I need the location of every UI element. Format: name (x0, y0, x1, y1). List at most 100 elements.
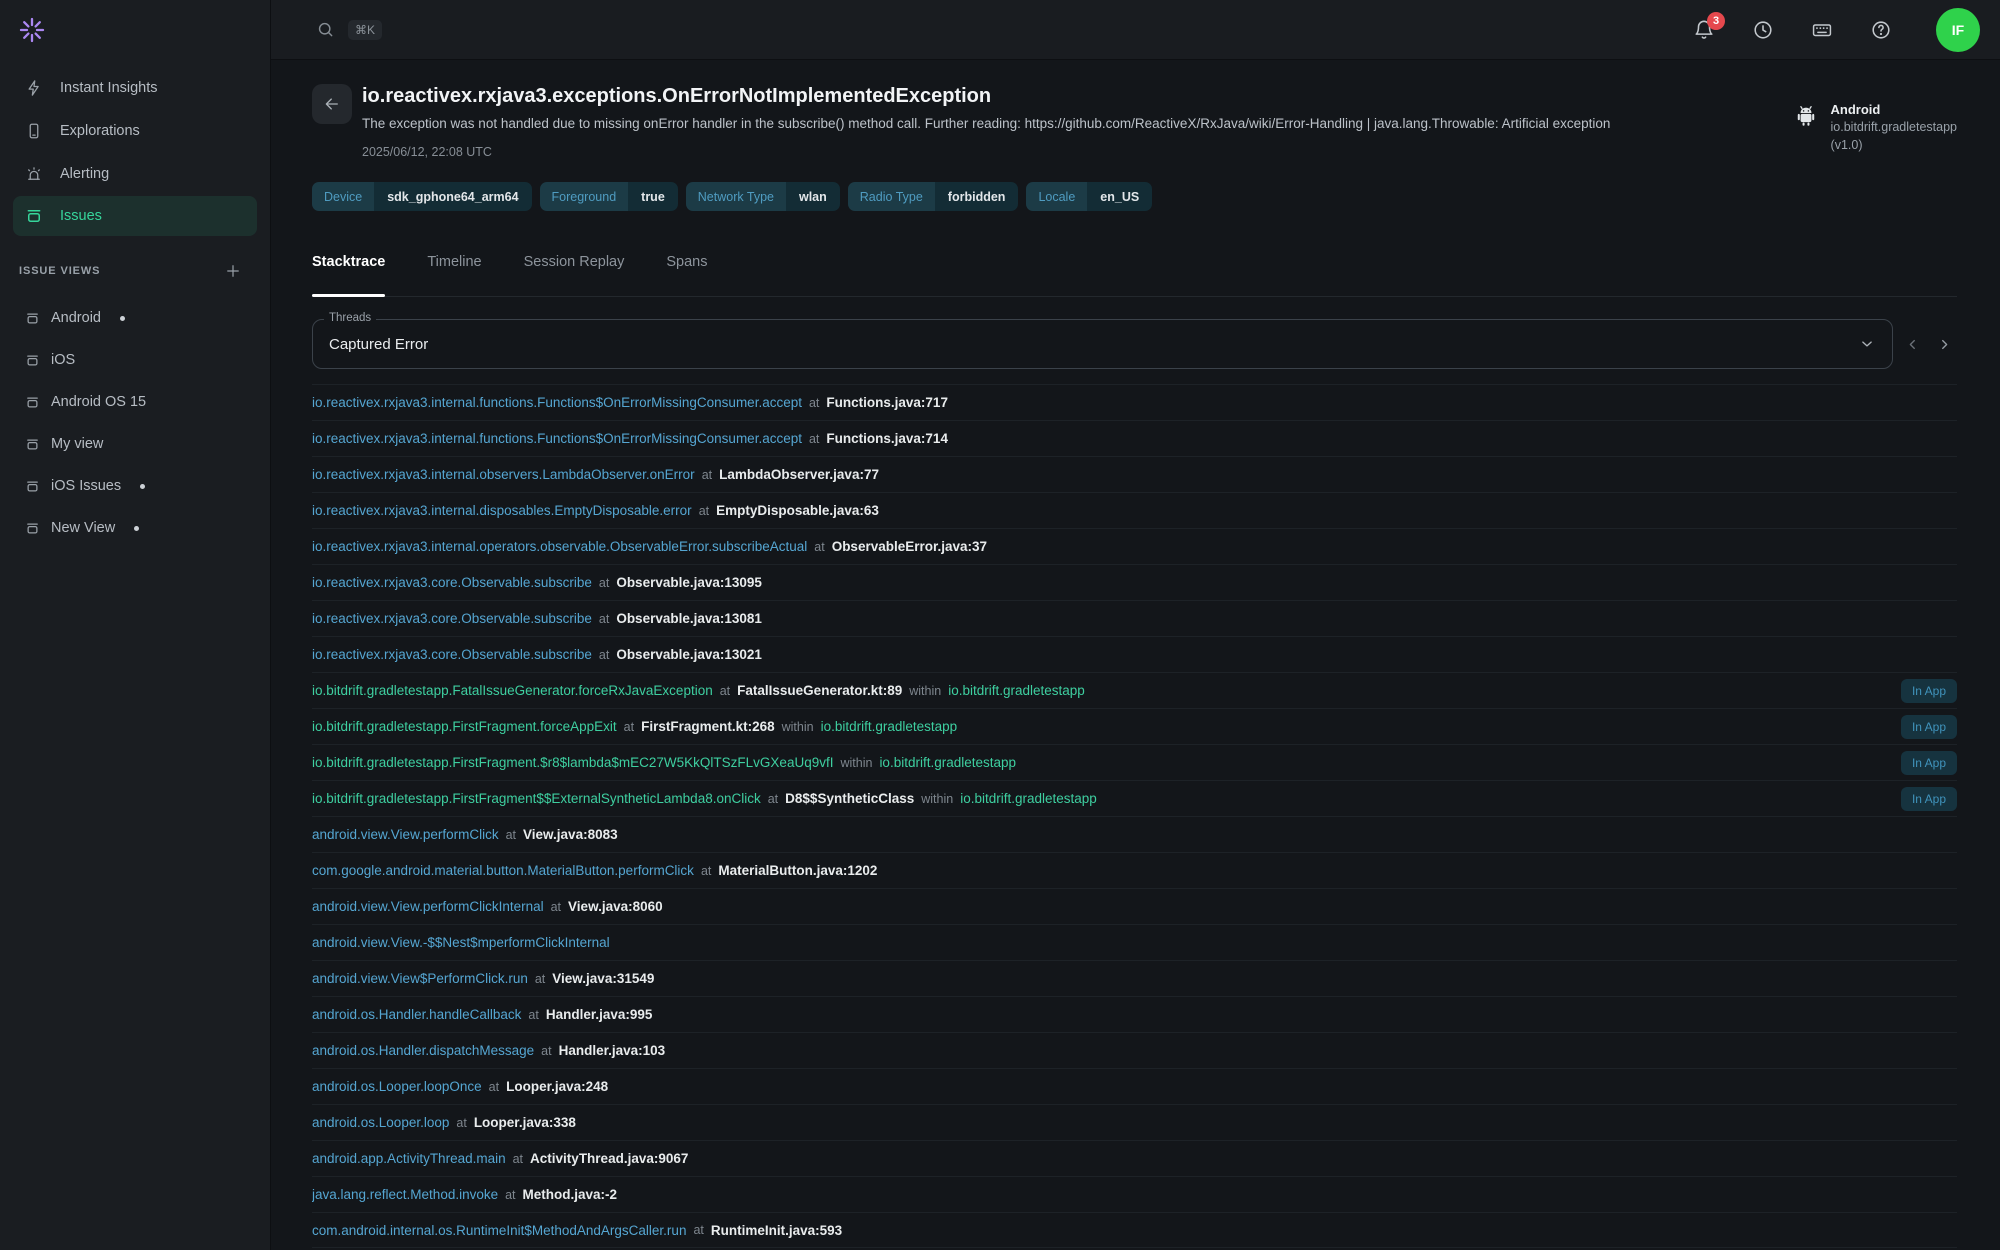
frame-function-link[interactable]: com.google.android.material.button.Mater… (312, 863, 694, 878)
stack-frame-row: io.reactivex.rxjava3.internal.disposable… (312, 492, 1957, 528)
view-item-label: iOS Issues (51, 478, 121, 494)
at-label: at (541, 1044, 551, 1058)
tab[interactable]: Timeline (427, 252, 481, 270)
recent-button[interactable] (1752, 19, 1774, 41)
frame-function-link[interactable]: com.android.internal.os.RuntimeInit$Meth… (312, 1223, 686, 1238)
frame-function-link[interactable]: android.os.Handler.handleCallback (312, 1007, 521, 1022)
shortcuts-button[interactable] (1811, 19, 1833, 41)
previous-thread-button[interactable] (1899, 331, 1925, 357)
brand-logo-icon[interactable] (18, 16, 46, 44)
issue-timestamp: 2025/06/12, 22:08 UTC (362, 145, 1610, 160)
tab[interactable]: Stacktrace (312, 252, 385, 270)
frame-function-link[interactable]: android.app.ActivityThread.main (312, 1151, 506, 1166)
sidebar-view-item[interactable]: New View (0, 507, 270, 549)
frame-function-link[interactable]: io.reactivex.rxjava3.core.Observable.sub… (312, 647, 592, 662)
sidebar-item-label: Alerting (60, 166, 109, 182)
frame-location: at Observable.java:13095 (599, 575, 762, 590)
frame-location: at MaterialButton.java:1202 (701, 863, 878, 878)
frame-function-link[interactable]: android.os.Looper.loop (312, 1115, 449, 1130)
sidebar-item-instant-insights[interactable]: Instant Insights (0, 66, 270, 109)
frame-function-link[interactable]: android.os.Handler.dispatchMessage (312, 1043, 534, 1058)
sidebar-view-item[interactable]: Android OS 15 (0, 381, 270, 423)
frame-function-link[interactable]: io.bitdrift.gradletestapp.FirstFragment.… (312, 719, 617, 734)
stack-frame-row: io.reactivex.rxjava3.core.Observable.sub… (312, 600, 1957, 636)
frame-file: FirstFragment.kt:268 (641, 719, 775, 734)
frame-function-link[interactable]: android.view.View.performClickInternal (312, 899, 544, 914)
frame-package-link[interactable]: io.bitdrift.gradletestapp (960, 791, 1097, 806)
at-label: at (809, 432, 819, 446)
frame-function-link[interactable]: android.view.View$PerformClick.run (312, 971, 528, 986)
tab[interactable]: Spans (666, 252, 707, 270)
frame-function-link[interactable]: io.reactivex.rxjava3.internal.functions.… (312, 395, 802, 410)
frame-location: at Looper.java:248 (489, 1079, 609, 1094)
alarm-icon (25, 165, 43, 183)
at-label: at (624, 720, 634, 734)
frame-file: View.java:31549 (552, 971, 654, 986)
sidebar-view-item[interactable]: iOS Issues (0, 465, 270, 507)
sidebar-view-item[interactable]: Android (0, 297, 270, 339)
attribute-tag[interactable]: Device sdk_gphone64_arm64 (312, 182, 532, 211)
tray-icon (25, 207, 43, 225)
next-thread-button[interactable] (1931, 331, 1957, 357)
frame-file: View.java:8060 (568, 899, 663, 914)
threads-dropdown[interactable]: Threads Captured Error (312, 319, 1893, 369)
tag-value: sdk_gphone64_arm64 (374, 182, 531, 211)
page-title: io.reactivex.rxjava3.exceptions.OnErrorN… (362, 84, 1610, 108)
tray-icon (25, 353, 40, 368)
in-app-badge: In App (1901, 679, 1957, 703)
user-avatar[interactable]: IF (1936, 8, 1980, 52)
frame-function-link[interactable]: io.reactivex.rxjava3.internal.disposable… (312, 503, 692, 518)
stack-frame-row: android.os.Looper.loopOnce at Looper.jav… (312, 1068, 1957, 1104)
frame-location: at LambdaObserver.java:77 (702, 467, 879, 482)
stack-frame-row: android.app.ActivityThread.main at Activ… (312, 1140, 1957, 1176)
attribute-tag[interactable]: Foreground true (540, 182, 678, 211)
frame-function-link[interactable]: android.os.Looper.loopOnce (312, 1079, 482, 1094)
sidebar-view-item[interactable]: iOS (0, 339, 270, 381)
threads-dropdown-label: Threads (324, 312, 376, 324)
tag-key: Radio Type (848, 182, 935, 211)
frame-function-link[interactable]: io.bitdrift.gradletestapp.FirstFragment$… (312, 791, 761, 806)
app-window: Instant Insights Explorations Alertin (0, 0, 2000, 1250)
frame-function-link[interactable]: android.view.View.-$$Nest$mperformClickI… (312, 935, 610, 950)
frame-file: Functions.java:717 (826, 395, 948, 410)
attribute-tag[interactable]: Radio Type forbidden (848, 182, 1019, 211)
frame-package-link[interactable]: io.bitdrift.gradletestapp (879, 755, 1016, 770)
frame-function-link[interactable]: io.reactivex.rxjava3.internal.operators.… (312, 539, 807, 554)
tab[interactable]: Session Replay (524, 252, 625, 270)
frame-location: at Handler.java:103 (541, 1043, 665, 1058)
at-label: at (513, 1152, 523, 1166)
stack-frame-row: io.bitdrift.gradletestapp.FatalIssueGene… (312, 672, 1957, 708)
frame-function-link[interactable]: io.reactivex.rxjava3.core.Observable.sub… (312, 575, 592, 590)
stack-frame-row: io.reactivex.rxjava3.core.Observable.sub… (312, 564, 1957, 600)
frame-package-link[interactable]: io.bitdrift.gradletestapp (821, 719, 958, 734)
tag-value: wlan (786, 182, 840, 211)
sidebar-view-item[interactable]: My view (0, 423, 270, 465)
frame-function-link[interactable]: java.lang.reflect.Method.invoke (312, 1187, 498, 1202)
stack-frame-row: android.view.View.performClickInternal a… (312, 888, 1957, 924)
notifications-button[interactable]: 3 (1693, 19, 1715, 41)
sidebar-item-issues[interactable]: Issues (13, 196, 257, 236)
android-robot-icon (1793, 102, 1819, 128)
frame-function-link[interactable]: io.reactivex.rxjava3.internal.observers.… (312, 467, 695, 482)
view-item-label: Android (51, 310, 101, 326)
sidebar-nav: Instant Insights Explorations Alertin (0, 66, 270, 237)
frame-function-link[interactable]: io.bitdrift.gradletestapp.FatalIssueGene… (312, 683, 713, 698)
tag-key: Foreground (540, 182, 629, 211)
back-button[interactable] (312, 84, 352, 124)
frame-function-link[interactable]: android.view.View.performClick (312, 827, 499, 842)
attribute-tag[interactable]: Locale en_US (1026, 182, 1152, 211)
frame-function-link[interactable]: io.reactivex.rxjava3.core.Observable.sub… (312, 611, 592, 626)
sidebar-item-explorations[interactable]: Explorations (0, 109, 270, 152)
global-search[interactable]: ⌘K (316, 20, 382, 40)
sidebar-item-alerting[interactable]: Alerting (0, 152, 270, 195)
app-platform: Android (1831, 102, 1957, 117)
frame-function-link[interactable]: io.bitdrift.gradletestapp.FirstFragment.… (312, 755, 833, 770)
frame-function-link[interactable]: io.reactivex.rxjava3.internal.functions.… (312, 431, 802, 446)
attribute-tag[interactable]: Network Type wlan (686, 182, 840, 211)
tab-label: Stacktrace (312, 254, 385, 270)
help-button[interactable] (1870, 19, 1892, 41)
add-view-button[interactable] (224, 262, 242, 280)
frame-package-link[interactable]: io.bitdrift.gradletestapp (948, 683, 1085, 698)
app-package: io.bitdrift.gradletestapp (1831, 120, 1957, 135)
stack-frame-row: io.reactivex.rxjava3.internal.observers.… (312, 456, 1957, 492)
